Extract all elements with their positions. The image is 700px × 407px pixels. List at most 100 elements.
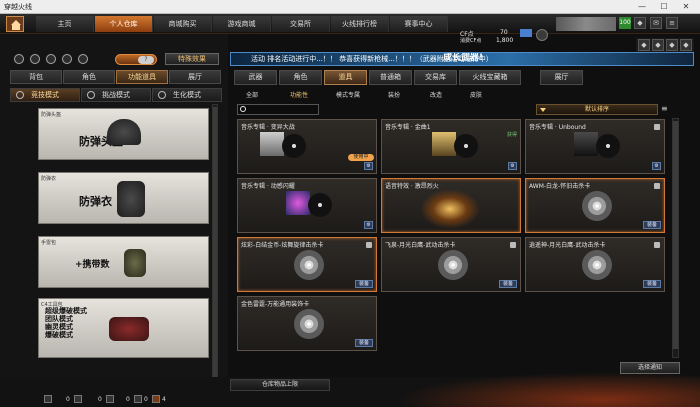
player-icon xyxy=(44,395,52,403)
equip-button[interactable]: 装备 xyxy=(354,339,373,347)
skull-icon[interactable] xyxy=(62,54,72,64)
menu-icon[interactable]: ≡ xyxy=(666,17,678,29)
filter-modify[interactable]: 改造 xyxy=(430,90,442,99)
cf-value: 70 xyxy=(500,29,508,36)
team-icon xyxy=(134,395,142,403)
item-card[interactable]: 音乐专辑 · 动感闪耀 ⚙ xyxy=(237,178,377,233)
subtab-competitive[interactable]: 竞技模式 xyxy=(10,88,80,102)
item-card[interactable]: 音乐专辑 · Unbound ⚙ xyxy=(525,119,665,174)
category-label: 防弹衣 xyxy=(79,195,112,208)
vinyl-icon xyxy=(282,134,306,158)
filter-mode-exclusive[interactable]: 模式专属 xyxy=(336,90,360,99)
tab-treasure-box[interactable]: 火线宝藏箱 xyxy=(459,70,521,85)
item-card[interactable]: 逍遥神-月光白鹰-武动击杀卡 装备 xyxy=(525,237,665,292)
item-card[interactable]: AWM-白龙-怀旧击杀卡 装备 xyxy=(525,178,665,233)
category-c4[interactable]: C4工具包 超级爆破模式 团队模式 幽灵模式 爆破模式 xyxy=(38,298,209,358)
search-input[interactable] xyxy=(237,104,319,115)
toggle-switch[interactable]: ? xyxy=(115,54,157,65)
item-card[interactable]: 音乐专辑 · 金曲1 获得 ⚙ xyxy=(381,119,521,174)
tab-showroom[interactable]: 展厅 xyxy=(540,70,583,85)
nav-leaderboard[interactable]: 火线排行榜 xyxy=(331,16,389,32)
gift-icon[interactable]: ◆ xyxy=(638,39,650,51)
warehouse-capacity-button[interactable]: 仓库物品上限 xyxy=(230,379,330,391)
item-card[interactable]: 音乐专辑 · 变异大战 使用中 ⚙ xyxy=(237,119,377,174)
item-name: 逍遥神-月光白鹰-武动击杀卡 xyxy=(529,242,606,249)
category-grenade-bag[interactable]: 手雷包 +携带数 xyxy=(38,236,209,288)
star-icon[interactable]: ◆ xyxy=(666,39,678,51)
filter-all[interactable]: 全部 xyxy=(246,90,258,99)
category-helmet[interactable]: 防弹头盔 防弹头盔 xyxy=(38,108,209,160)
equip-button[interactable]: 装备 xyxy=(354,280,373,288)
tab-weapons[interactable]: 武器 xyxy=(234,70,277,85)
tab-character[interactable]: 角色 xyxy=(63,70,115,84)
category-vest[interactable]: 防弹衣 防弹衣 xyxy=(38,172,209,224)
item-card[interactable]: 金色雷霆-万能通用装饰卡 装备 xyxy=(237,296,377,351)
vinyl-icon xyxy=(596,134,620,158)
count-player: 0 xyxy=(66,396,70,403)
card-settings-button[interactable]: ⚙ xyxy=(364,221,373,229)
cart-icon[interactable]: ◆ xyxy=(652,39,664,51)
right-scrollbar[interactable] xyxy=(672,118,679,358)
subtab-zombie[interactable]: 生化模式 xyxy=(152,88,222,102)
hex-icon[interactable]: ◆ xyxy=(680,39,692,51)
category-label: +携带数 xyxy=(75,260,110,270)
equip-button[interactable]: 装备 xyxy=(642,280,661,288)
helmet-icon xyxy=(107,119,141,145)
minimize-button[interactable]: — xyxy=(632,0,652,14)
close-button[interactable]: ✕ xyxy=(676,0,696,14)
left-scrollbar-thumb[interactable] xyxy=(213,107,217,377)
item-card[interactable]: 炫彩-白结金币-炫舞旋律击杀卡 装备 xyxy=(237,237,377,292)
tab-roles[interactable]: 角色 xyxy=(279,70,322,85)
item-name: 音乐专辑 · Unbound xyxy=(529,124,586,131)
tab-showroom[interactable]: 展厅 xyxy=(169,70,221,84)
cf-icon xyxy=(520,29,532,37)
sort-dropdown[interactable]: 默认排序 xyxy=(536,104,658,115)
equip-button[interactable]: 装备 xyxy=(642,221,661,229)
card-settings-button[interactable]: ⚙ xyxy=(508,162,517,170)
tab-backpack[interactable]: 背包 xyxy=(10,70,62,84)
equip-button[interactable]: 装备 xyxy=(498,280,517,288)
tab-trade-library[interactable]: 交易库 xyxy=(414,70,457,85)
filter-costume[interactable]: 装扮 xyxy=(388,90,400,99)
cfp-label: 消费CF点 xyxy=(460,38,482,44)
settings-icon[interactable] xyxy=(536,29,548,41)
shield-icon[interactable]: ◆ xyxy=(634,17,646,29)
vest-icon xyxy=(117,181,145,217)
list-view-icon[interactable]: ≡ xyxy=(661,104,670,115)
subtab-competitive-label: 竞技模式 xyxy=(31,91,59,99)
card-settings-button[interactable]: ⚙ xyxy=(364,162,373,170)
tab-function-items[interactable]: 功能道具 xyxy=(116,70,168,84)
tab-props[interactable]: 道具 xyxy=(324,70,367,85)
tab-normal-box[interactable]: 普通箱 xyxy=(369,70,412,85)
nav-home[interactable]: 主页 xyxy=(36,16,94,32)
nav-event-center[interactable]: 赛事中心 xyxy=(390,16,448,32)
bullet-icon[interactable] xyxy=(46,54,56,64)
filter-skin[interactable]: 皮肤 xyxy=(470,90,482,99)
lock-icon xyxy=(654,242,660,248)
filter-functional[interactable]: 功能性 xyxy=(290,90,308,99)
special-effects-button[interactable]: 特殊效果 xyxy=(165,53,219,65)
right-scrollbar-thumb[interactable] xyxy=(673,121,678,349)
c4-icon xyxy=(109,317,149,341)
item-name: 金色雷霆-万能通用装饰卡 xyxy=(241,301,310,308)
nav-personal-warehouse[interactable]: 个人仓库 xyxy=(95,16,153,32)
nav-game-store[interactable]: 游戏商城 xyxy=(213,16,271,32)
subtab-challenge[interactable]: 挑战模式 xyxy=(81,88,151,102)
mail-icon[interactable]: ✉ xyxy=(650,17,662,29)
nav-exchange[interactable]: 交易所 xyxy=(272,16,330,32)
left-scrollbar[interactable] xyxy=(212,104,218,386)
kill-card-disc-icon xyxy=(582,250,612,280)
mode-icon[interactable] xyxy=(30,54,40,64)
item-card[interactable]: 语音特效 · 激昂烈火 xyxy=(381,178,521,233)
nav-mall[interactable]: 商城购买 xyxy=(154,16,212,32)
category-label: 超级爆破模式 团队模式 幽灵模式 爆破模式 xyxy=(45,307,87,339)
maximize-button[interactable]: ☐ xyxy=(654,0,674,14)
promo-title[interactable]: 成长武器! xyxy=(429,53,659,65)
kill-card-disc-icon xyxy=(294,309,324,339)
gear-icon[interactable] xyxy=(14,54,24,64)
level-badge: 100 xyxy=(619,17,631,29)
hand-icon[interactable] xyxy=(78,54,88,64)
home-icon[interactable] xyxy=(6,16,24,32)
card-settings-button[interactable]: ⚙ xyxy=(652,162,661,170)
item-card[interactable]: 飞泉-月光白鹰-武动击杀卡 装备 xyxy=(381,237,521,292)
